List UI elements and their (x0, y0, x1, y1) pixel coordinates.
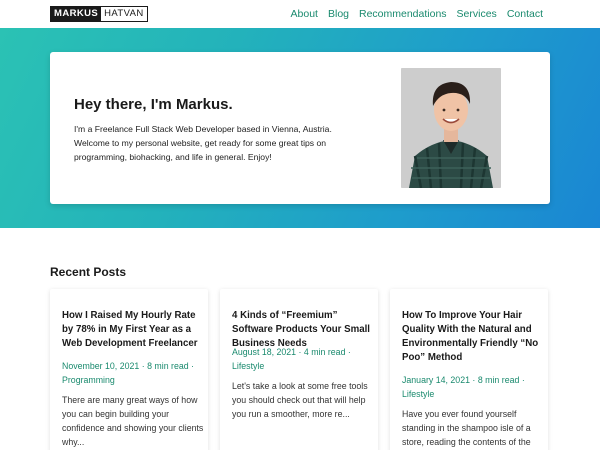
post-category[interactable]: Lifestyle (402, 389, 434, 399)
post-card[interactable]: How I Raised My Hourly Rate by 78% in My… (50, 289, 208, 450)
post-read-time: 8 min read (147, 361, 189, 371)
post-title[interactable]: How I Raised My Hourly Rate by 78% in My… (62, 309, 202, 351)
nav-link-recommendations[interactable]: Recommendations (359, 8, 447, 20)
post-meta: January 14, 2021 · 8 min read · Lifestyl… (402, 375, 525, 399)
logo-first-name: MARKUS (51, 7, 102, 21)
post-date: January 14, 2021 (402, 375, 470, 385)
site-header: MARKUS HATVAN About Blog Recommendations… (0, 0, 600, 28)
post-read-time: 4 min read (303, 347, 346, 357)
post-date: August 18, 2021 (232, 347, 297, 357)
post-card[interactable]: 4 Kinds of “Freemium” Software Products … (220, 289, 378, 450)
post-date: November 10, 2021 (62, 361, 140, 371)
portrait-photo (401, 68, 501, 188)
portrait-illustration (401, 68, 501, 188)
nav-link-about[interactable]: About (291, 8, 318, 20)
nav-link-contact[interactable]: Contact (507, 8, 543, 20)
main-nav: About Blog Recommendations Services Cont… (291, 0, 543, 28)
hero-card: Hey there, I'm Markus. I'm a Freelance F… (50, 52, 550, 204)
post-excerpt: Let's take a look at some free tools you… (232, 381, 368, 419)
hero-intro-text: I'm a Freelance Full Stack Web Developer… (74, 124, 332, 162)
post-card[interactable]: How To Improve Your Hair Quality With th… (390, 289, 548, 450)
hero-title: Hey there, I'm Markus. (74, 96, 233, 113)
post-meta: August 18, 2021 · 4 min read · Lifestyle (232, 347, 351, 371)
post-read-time: 8 min read (477, 375, 520, 385)
recent-posts-heading: Recent Posts (50, 265, 127, 279)
post-category[interactable]: Programming (62, 375, 115, 385)
post-excerpt: There are many great ways of how you can… (62, 395, 204, 447)
nav-link-services[interactable]: Services (457, 8, 497, 20)
logo-last-name: HATVAN (101, 7, 147, 21)
post-excerpt: Have you ever found yourself standing in… (402, 409, 531, 447)
post-meta: November 10, 2021 · 8 min read · Program… (62, 361, 195, 385)
post-category[interactable]: Lifestyle (232, 361, 264, 371)
site-logo[interactable]: MARKUS HATVAN (50, 6, 148, 22)
nav-link-blog[interactable]: Blog (328, 8, 349, 20)
post-title[interactable]: How To Improve Your Hair Quality With th… (402, 309, 542, 365)
